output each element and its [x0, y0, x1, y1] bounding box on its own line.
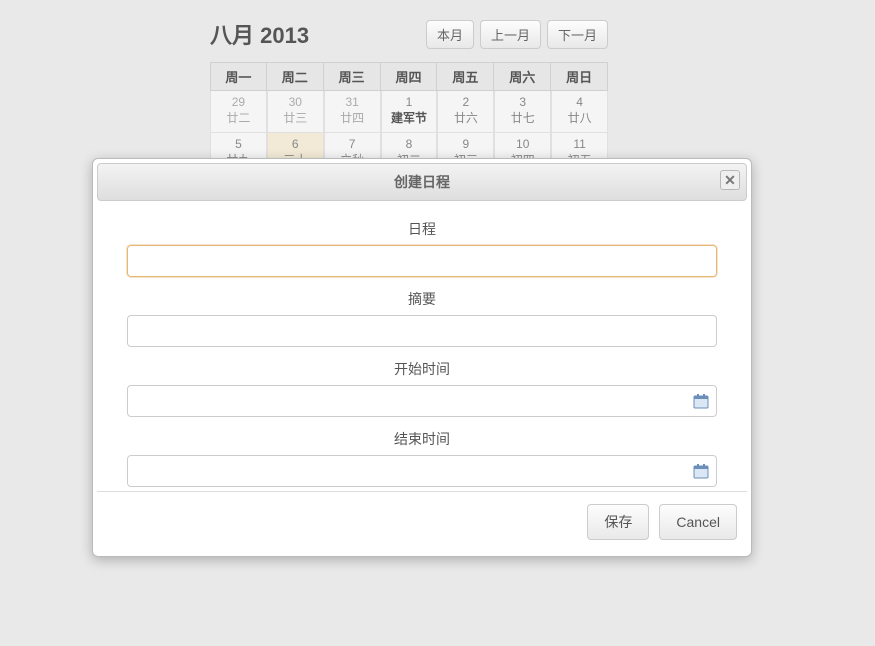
schedule-group: 日程 [105, 219, 739, 277]
calendar-day[interactable]: 1建军节 [381, 91, 438, 133]
schedule-label: 日程 [105, 219, 739, 239]
calendar-day[interactable]: 2廿六 [437, 91, 494, 133]
day-number: 31 [325, 95, 380, 109]
calendar-header: 八月 2013 本月 上一月 下一月 [210, 18, 608, 50]
this-month-button[interactable]: 本月 [426, 20, 474, 49]
day-number: 10 [495, 137, 550, 151]
summary-group: 摘要 [105, 289, 739, 347]
day-number: 8 [382, 137, 437, 151]
day-sublabel: 廿七 [495, 109, 550, 126]
save-button[interactable]: 保存 [587, 504, 649, 540]
dialog-body[interactable]: 日程 摘要 开始时间 结束时间 [97, 201, 747, 491]
end-time-label: 结束时间 [105, 429, 739, 449]
end-time-input[interactable] [127, 455, 717, 487]
calendar-day[interactable]: 3廿七 [494, 91, 551, 133]
day-number: 29 [211, 95, 266, 109]
day-number: 4 [552, 95, 607, 109]
calendar-day[interactable]: 29廿二 [210, 91, 267, 133]
day-number: 30 [268, 95, 323, 109]
weekday-header: 周四 [381, 62, 438, 91]
weekday-header: 周五 [437, 62, 494, 91]
weekday-header: 周一 [210, 62, 267, 91]
dialog-footer: 保存 Cancel [97, 491, 747, 552]
create-schedule-dialog: 创建日程 ✕ 日程 摘要 开始时间 [92, 158, 752, 557]
summary-input[interactable] [127, 315, 717, 347]
prev-month-button[interactable]: 上一月 [480, 20, 541, 49]
close-icon[interactable]: ✕ [720, 170, 740, 190]
day-sublabel: 廿二 [211, 109, 266, 126]
calendar-day[interactable]: 4廿八 [551, 91, 608, 133]
day-sublabel: 建军节 [382, 109, 437, 126]
dialog-title-text: 创建日程 [394, 174, 450, 190]
calendar-day[interactable]: 31廿四 [324, 91, 381, 133]
day-number: 9 [438, 137, 493, 151]
schedule-input[interactable] [127, 245, 717, 277]
day-number: 5 [211, 137, 266, 151]
day-sublabel: 廿八 [552, 109, 607, 126]
day-sublabel: 廿三 [268, 109, 323, 126]
calendar-nav: 本月 上一月 下一月 [426, 20, 608, 49]
day-number: 2 [438, 95, 493, 109]
start-time-label: 开始时间 [105, 359, 739, 379]
summary-label: 摘要 [105, 289, 739, 309]
day-number: 1 [382, 95, 437, 109]
calendar: 八月 2013 本月 上一月 下一月 周一周二周三周四周五周六周日29廿二30廿… [210, 18, 608, 175]
day-number: 11 [552, 137, 607, 151]
next-month-button[interactable]: 下一月 [547, 20, 608, 49]
weekday-header: 周二 [267, 62, 324, 91]
cancel-button[interactable]: Cancel [659, 504, 737, 540]
day-sublabel: 廿四 [325, 109, 380, 126]
weekday-header: 周六 [494, 62, 551, 91]
weekday-header: 周三 [324, 62, 381, 91]
day-sublabel: 廿六 [438, 109, 493, 126]
calendar-day[interactable]: 30廿三 [267, 91, 324, 133]
day-number: 3 [495, 95, 550, 109]
weekday-header: 周日 [551, 62, 608, 91]
day-number: 6 [268, 137, 323, 151]
start-time-group: 开始时间 [105, 359, 739, 417]
day-number: 7 [325, 137, 380, 151]
calendar-title: 八月 2013 [210, 18, 309, 50]
dialog-titlebar[interactable]: 创建日程 ✕ [97, 163, 747, 201]
end-time-group: 结束时间 [105, 429, 739, 487]
start-time-input[interactable] [127, 385, 717, 417]
